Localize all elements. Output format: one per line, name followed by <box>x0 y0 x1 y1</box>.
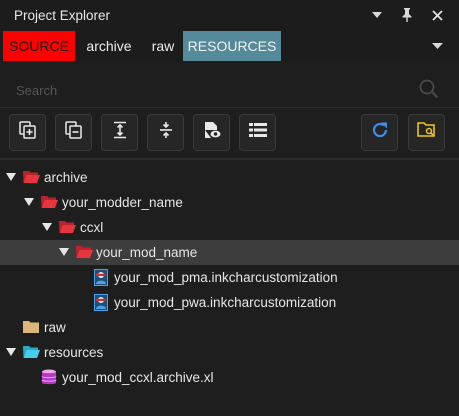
tree-item-label: archive <box>44 170 88 185</box>
expand-all-button[interactable] <box>101 114 138 151</box>
character-file-icon <box>94 268 112 286</box>
tree-item-archive[interactable]: archive <box>0 165 459 190</box>
tree-item-pwa-inkcharcustomization[interactable]: your_mod_pwa.inkcharcustomization <box>0 290 459 315</box>
folder-open-icon <box>23 344 41 360</box>
open-folder-button[interactable] <box>408 114 445 151</box>
refresh-button[interactable] <box>361 114 398 151</box>
caret-down-icon[interactable] <box>6 173 16 181</box>
explorer-toolbar <box>0 108 459 158</box>
tree-item-label: your_modder_name <box>62 195 183 210</box>
caret-down-icon[interactable] <box>24 198 34 206</box>
new-file-button[interactable] <box>9 114 46 151</box>
tabs-dropdown-icon[interactable] <box>429 39 445 53</box>
panel-titlebar: Project Explorer <box>0 0 459 31</box>
collapse-all-icon <box>157 121 175 144</box>
folder-open-icon <box>23 169 41 185</box>
tree-item-raw[interactable]: raw <box>0 315 459 340</box>
tree-item-archive-xl[interactable]: your_mod_ccxl.archive.xl <box>0 365 459 390</box>
panel-window-controls <box>369 6 445 24</box>
tree-item-label: resources <box>44 345 104 360</box>
folder-open-icon <box>59 219 77 235</box>
tree-item-label: raw <box>44 320 66 335</box>
tree-item-your-mod-name[interactable]: your_mod_name <box>0 240 459 265</box>
tab-source[interactable]: SOURCE <box>3 31 75 61</box>
refresh-icon <box>370 120 390 145</box>
character-file-icon <box>94 293 112 311</box>
copy-button[interactable] <box>55 114 92 151</box>
file-preview-icon <box>203 121 221 144</box>
tree-item-label: your_mod_pwa.inkcharcustomization <box>114 295 337 310</box>
panel-title: Project Explorer <box>14 8 111 23</box>
collapse-all-button[interactable] <box>147 114 184 151</box>
preview-file-button[interactable] <box>193 114 230 151</box>
source-tabs: SOURCE archive raw RESOURCES <box>0 31 459 61</box>
caret-down-icon[interactable] <box>59 248 69 256</box>
folder-search-icon <box>416 121 437 144</box>
tree-item-pma-inkcharcustomization[interactable]: your_mod_pma.inkcharcustomization <box>0 265 459 290</box>
folder-open-icon <box>41 194 59 210</box>
list-view-icon <box>248 122 267 143</box>
search-bar <box>0 63 459 108</box>
tree-item-ccxl[interactable]: ccxl <box>0 215 459 240</box>
tree-item-label: your_mod_ccxl.archive.xl <box>62 370 214 385</box>
close-icon[interactable] <box>429 6 445 24</box>
caret-down-icon[interactable] <box>42 223 52 231</box>
archive-xl-icon <box>41 369 59 385</box>
caret-down-icon[interactable] <box>6 348 16 356</box>
tab-resources[interactable]: RESOURCES <box>183 31 281 61</box>
tree-item-label: your_mod_pma.inkcharcustomization <box>114 270 338 285</box>
tab-archive[interactable]: archive <box>78 31 140 61</box>
pin-icon[interactable] <box>399 6 415 24</box>
expand-all-icon <box>111 121 129 144</box>
tab-raw[interactable]: raw <box>144 31 182 61</box>
search-input[interactable] <box>16 83 396 98</box>
tree-item-label: ccxl <box>80 220 104 235</box>
toolbar-divider <box>0 158 459 160</box>
tree-item-resources[interactable]: resources <box>0 340 459 365</box>
add-file-icon <box>18 121 37 144</box>
tree-item-your-modder-name[interactable]: your_modder_name <box>0 190 459 215</box>
list-view-button[interactable] <box>239 114 276 151</box>
copy-icon <box>64 121 83 144</box>
dropdown-arrow-icon[interactable] <box>369 6 385 24</box>
folder-open-icon <box>76 244 94 260</box>
tree-item-label: your_mod_name <box>96 245 198 260</box>
search-icon[interactable] <box>419 79 439 104</box>
folder-closed-icon <box>23 319 41 335</box>
